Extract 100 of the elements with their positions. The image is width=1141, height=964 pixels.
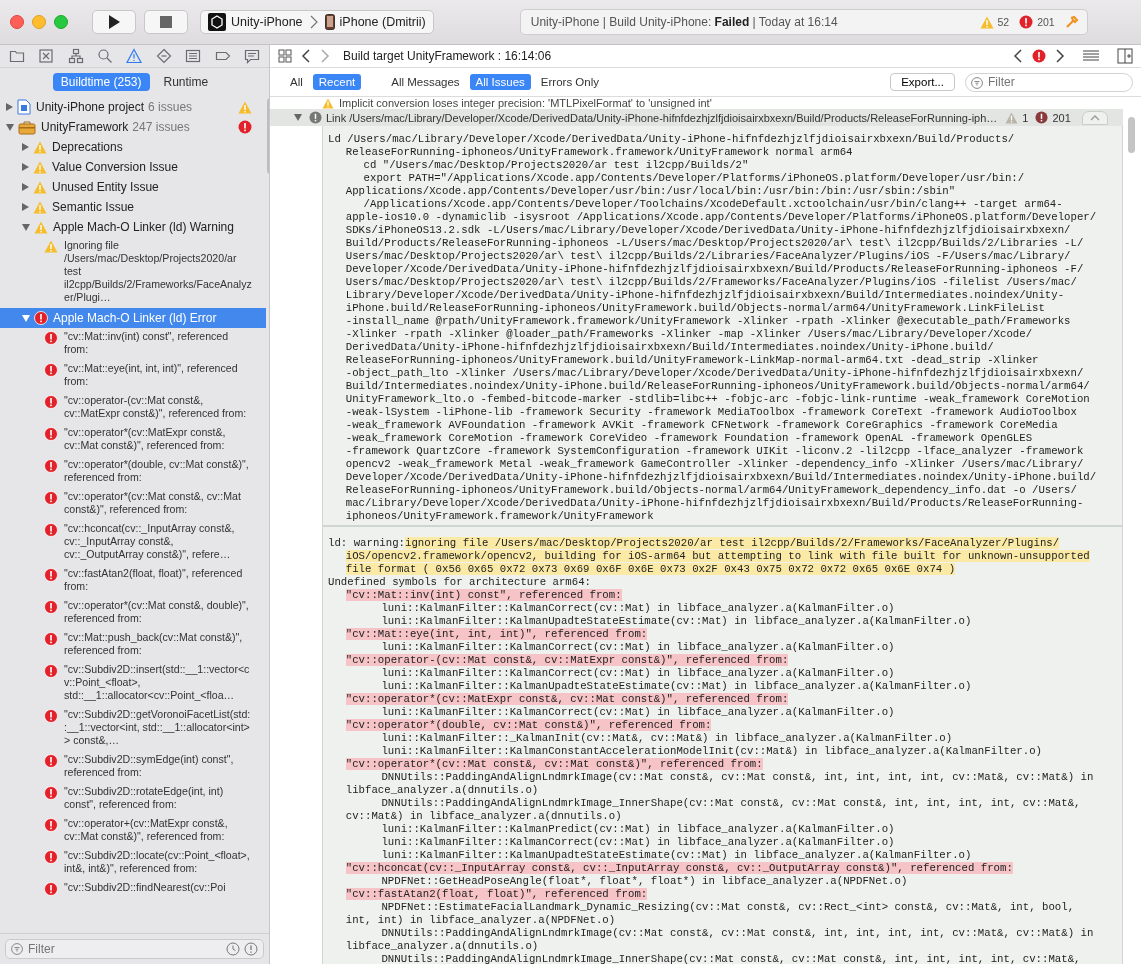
tree-label: Ignoring file /Users/mac/Desktop/Projects2020/ar test il2cpp/Builds/2/Frameworks/FaceAnalyzer/Plugi… — [64, 239, 252, 304]
log-line: NPDFNet::EstimateFacialLandmark_Dynamic_Resizing(cv::Mat const&, cv::Rect_<int> const&, cv::Mat&, int, bool, — [381, 901, 1075, 913]
log-line: iPhone.build/ReleaseForRunning-iphoneos/UnityFramework.build/Objects-normal/arm64/UnityFramework.LinkFileList — [345, 302, 1045, 314]
jump-bar-title[interactable]: Build target UnityFramework : 16:14:06 — [343, 49, 552, 63]
error-count: 201 — [1052, 111, 1071, 124]
issue-count: 247 issues — [132, 120, 190, 134]
tree-label: Apple Mach-O Linker (ld) Warning — [53, 220, 234, 234]
segment-tab[interactable]: Buildtime (253) — [52, 73, 150, 91]
tree-row[interactable]: "cv::Subdiv2D::rotateEdge(int, int) const", referenced from: — [0, 783, 266, 815]
log-line: Ld /Users/mac/Library/Developer/Xcode/DerivedData/Unity-iPhone-hifnfdezhjzlfjdioisairxbxexn/Build/Products/ — [328, 133, 1015, 145]
log-line: DerivedData/Unity-iPhone-hifnfdezhjzlfjdioisairxbxexn/Build/Intermediates.noindex/Unity-iPhone.build/ — [345, 341, 994, 353]
tree-row[interactable]: "cv::fastAtan2(float, float)", referenced from: — [0, 565, 266, 597]
tree-label: "cv::operator*(cv::Mat const&, cv::Mat const&)", referenced from: — [64, 490, 242, 516]
tree-label: "cv::Subdiv2D::rotateEdge(int, int) const", referenced from: — [64, 785, 225, 811]
message-filter[interactable]: Errors Only — [534, 74, 605, 90]
filter-field[interactable]: Filter — [965, 72, 1133, 92]
scope-filter[interactable]: Recent — [312, 74, 362, 90]
log-line: luni::KalmanFilter::KalmanCorrect(cv::Mat) in libface_analyzer.a(KalmanFilter.o) — [381, 706, 895, 718]
tree-label: "cv::Subdiv2D::symEdge(int) const", referenced from: — [64, 753, 235, 779]
scheme-selector[interactable]: Unity-iPhone — [205, 13, 306, 31]
tree-row[interactable]: UnityFramework 247 issues — [0, 117, 266, 137]
tree-row[interactable]: Deprecations — [0, 137, 266, 157]
export-button[interactable]: Export... — [890, 73, 955, 91]
highlighted-symbol: "cv::hconcat(cv::_InputArray const&, cv::_InputArray const&, cv::_OutputArray const&)", referenced from: — [345, 862, 1013, 874]
build-step-title: Link /Users/mac/Library/Developer/Xcode/DerivedData/Unity-iPhone-hifnfdezhjzlfjdioisairxbxexn/Build/Products/ReleaseForRunning-iph… — [326, 111, 998, 124]
tree-label: Value Conversion Issue — [52, 160, 178, 174]
warning-count[interactable]: 52 — [997, 16, 1010, 28]
tree-row[interactable]: "cv::Subdiv2D::locate(cv::Point_<float>, int&, int&)", referenced from: — [0, 847, 266, 879]
highlighted-symbol: "cv::operator*(double, cv::Mat const&)", referenced from: — [345, 719, 712, 731]
tree-row[interactable]: "cv::Mat::inv(int) const", referenced from: — [0, 328, 266, 360]
tree-label: "cv::operator*(cv::MatExpr const&, cv::Mat const&)", referenced from: — [64, 426, 227, 452]
log-line: Build/Products/ReleaseForRunning-iphoneos -L/Users/mac/Desktop/Projects2020/ar\ test\ il2cpp/Builds/2/Libraries -L/ — [345, 237, 1084, 249]
highlighted-symbol: "cv::operator*(cv::MatExpr const&, cv::Mat const&)", referenced from: — [345, 693, 789, 705]
log-line: luni::KalmanFilter::KalmanUpadteStateEstimate(cv::Mat) in libface_analyzer.a(KalmanFilter.o) — [381, 615, 972, 627]
log-line: DNNUtils::PaddingAndAlignLndmrkImage(cv::Mat const&, cv::Mat const&, int, int, int, int, cv::Mat&, cv::Mat&) in — [381, 927, 1094, 939]
tree-label: Deprecations — [52, 140, 123, 154]
tree-row[interactable]: "cv::operator-(cv::Mat const&, cv::MatExpr const&)", referenced from: — [0, 392, 266, 424]
log-line: luni::KalmanFilter::KalmanUpadteStateEstimate(cv::Mat) in libface_analyzer.a(KalmanFilter.o) — [381, 680, 972, 692]
log-line: cv::Mat&) in libface_analyzer.a(dnnutils.o) — [345, 810, 622, 822]
tree-row[interactable]: "cv::operator*(cv::MatExpr const&, cv::Mat const&)", referenced from: — [0, 424, 266, 456]
tree-row[interactable]: "cv::Subdiv2D::findNearest(cv::Poi — [0, 879, 266, 900]
tree-label: "cv::operator*(cv::Mat const&, double)", referenced from: — [64, 599, 250, 625]
tree-label: "cv::Mat::inv(int) const", referenced from: — [64, 330, 230, 356]
tree-row[interactable]: "cv::operator*(cv::Mat const&, cv::Mat const&)", referenced from: — [0, 488, 266, 520]
tree-row[interactable]: "cv::operator*(cv::Mat const&, double)", referenced from: — [0, 597, 266, 629]
highlighted-warning: iOS/opencv2.framework/opencv2, building for iOS-arm64 but attempting to link with file built for unknown-unsupported — [345, 550, 1090, 562]
error-count[interactable]: 201 — [1037, 16, 1055, 28]
log-line: ReleaseForRunning-iphoneos/UnityFramework.build/Objects-normal/arm64/UnityFramework_dependency_info.dat -o /Users/ — [345, 484, 1077, 496]
segment-tab[interactable]: Runtime — [155, 73, 217, 91]
log-line: luni::KalmanFilter::_KalmanInit(cv::Mat&, cv::Mat&) in libface_analyzer.a(KalmanFilter.o) — [381, 732, 953, 744]
tree-row[interactable]: "cv::Subdiv2D::getVoronoiFacetList(std::__1::vector<int, std::__1::allocator<int> > const&,… — [0, 706, 266, 751]
log-line: luni::KalmanFilter::KalmanCorrect(cv::Mat) in libface_analyzer.a(KalmanFilter.o) — [381, 641, 895, 653]
log-line: luni::KalmanFilter::KalmanConstantAccelerationModelInit(cv::Mat&) in libface_analyzer.a(KalmanFilter.o) — [381, 745, 1042, 757]
issue-count: 6 issues — [148, 100, 193, 114]
log-line: luni::KalmanFilter::KalmanCorrect(cv::Mat) in libface_analyzer.a(KalmanFilter.o) — [381, 836, 895, 848]
log-line: -weak_framework CoreMotion -framework CoreVideo -framework Foundation -framework OpenAL -framework OpenGLES — [345, 432, 1033, 444]
tree-row[interactable]: Unity-iPhone project 6 issues — [0, 97, 266, 117]
tree-row[interactable]: Ignoring file /Users/mac/Desktop/Projects2020/ar test il2cpp/Builds/2/Frameworks/FaceAnalyzer/Plugi… — [0, 237, 266, 308]
filter-field[interactable]: Filter — [5, 939, 264, 959]
tree-row[interactable]: "cv::Mat::push_back(cv::Mat const&)", referenced from: — [0, 629, 266, 661]
tree-label: Unity-iPhone project — [36, 100, 145, 114]
tree-row[interactable]: "cv::Subdiv2D::insert(std::__1::vector<cv::Point_<float>, std::__1::allocator<cv::Point_<floa… — [0, 661, 266, 706]
highlighted-symbol: "cv::operator*(cv::Mat const&, cv::Mat const&)", referenced from: — [345, 758, 763, 770]
tree-label: UnityFramework — [41, 120, 129, 134]
log-line: ld: warning: — [328, 537, 405, 549]
scope-filter[interactable]: All — [284, 74, 309, 90]
log-line: Users/mac/Desktop/Projects2020/ar\ test\ il2cpp/Builds/2/Libraries/FaceAnalyzer/Plugins/iOS -F/Users/mac/Library/ — [345, 250, 1071, 262]
tree-label: Semantic Issue — [52, 200, 135, 214]
tree-row[interactable]: "cv::Mat::eye(int, int, int)", referenced from: — [0, 360, 266, 392]
message-filter[interactable]: All Issues — [469, 74, 531, 90]
build-step-row[interactable]: Link /Users/mac/Library/Developer/Xcode/DerivedData/Unity-iPhone-hifnfdezhjzlfjdioisairxbxexn/Build/Products/ReleaseForRunning-iph… 1 201 — [270, 109, 1123, 126]
log-line: libface_analyzer.a(dnnutils.o) — [345, 940, 539, 952]
tree-row[interactable]: Apple Mach-O Linker (ld) Error — [0, 308, 266, 328]
tree-row[interactable]: Value Conversion Issue — [0, 157, 266, 177]
tree-row[interactable]: "cv::operator*(double, cv::Mat const&)", referenced from: — [0, 456, 266, 488]
tree-row[interactable]: Unused Entity Issue — [0, 177, 266, 197]
tree-label: "cv::Subdiv2D::getVoronoiFacetList(std::__1::vector<int, std::__1::allocator<int> > const&,… — [64, 708, 252, 747]
log-line: luni::KalmanFilter::KalmanCorrect(cv::Mat) in libface_analyzer.a(KalmanFilter.o) — [381, 602, 895, 614]
log-line: Users/mac/Desktop/Projects2020/ar\ test\ il2cpp/Builds/2/Frameworks/FaceAnalyzer/Plugins/iOS -filelist /Users/mac/ — [345, 276, 1077, 288]
device-selector[interactable]: iPhone (Dmitrii) — [321, 14, 429, 30]
log-line: cd "/Users/mac/Desktop/Projects2020/ar test il2cpp/Builds/2" — [363, 159, 749, 171]
log-line: luni::KalmanFilter::KalmanUpadteStateEstimate(cv::Mat) in libface_analyzer.a(KalmanFilter.o) — [381, 849, 972, 861]
tree-row[interactable]: Semantic Issue — [0, 197, 266, 217]
tree-label: "cv::Mat::eye(int, int, int)", referenced from: — [64, 362, 239, 388]
tree-label: "cv::hconcat(cv::_InputArray const&, cv::_InputArray const&, cv::_OutputArray const&)", refere… — [64, 522, 236, 561]
log-line: -framework QuartzCore -framework SystemConfiguration -framework UIKit -liconv.2 -lil2cpp -lface_analyzer -framework — [345, 445, 1084, 457]
log-line: DNNUtils::PaddingAndAlignLndmrkImage_InnerShape(cv::Mat const&, cv::Mat const&, int, int, int, int, cv::Mat&, — [381, 953, 1081, 964]
tree-row[interactable]: "cv::operator+(cv::MatExpr const&, cv::Mat const&)", referenced from: — [0, 815, 266, 847]
tree-label: Unused Entity Issue — [52, 180, 159, 194]
tree-row[interactable]: "cv::hconcat(cv::_InputArray const&, cv::_InputArray const&, cv::_OutputArray const&)", refere… — [0, 520, 266, 565]
tree-row[interactable]: "cv::Subdiv2D::symEdge(int) const", referenced from: — [0, 751, 266, 783]
highlighted-symbol: "cv::fastAtan2(float, float)", referenced from: — [345, 888, 648, 900]
log-line: UnityFramework_lto.o -fembed-bitcode-marker -stdlib=libc++ -fobjc-arc -fobjc-link-runtime -weak_framework CoreMotion — [345, 393, 1090, 405]
message-filter[interactable]: All Messages — [385, 74, 466, 90]
log-line: -object_path_lto -Xlinker /Users/mac/Library/Developer/Xcode/DerivedData/Unity-iPhone-hifnfdezhjzlfjdioisairxbxexn/ — [345, 367, 1084, 379]
tree-row[interactable]: Apple Mach-O Linker (ld) Warning — [0, 217, 266, 237]
highlighted-symbol: "cv::Mat::inv(int) const", referenced from: — [345, 589, 622, 601]
log-line: SDKs/iPhoneOS13.2.sdk -L/Users/mac/Library/Developer/Xcode/DerivedData/Unity-iPhone-hifnfdezhjzlfjdioisairxbxexn/ — [345, 224, 1071, 236]
warning-count: 1 — [1022, 111, 1029, 124]
log-line: luni::KalmanFilter::KalmanCorrect(cv::Mat) in libface_analyzer.a(KalmanFilter.o) — [381, 667, 895, 679]
